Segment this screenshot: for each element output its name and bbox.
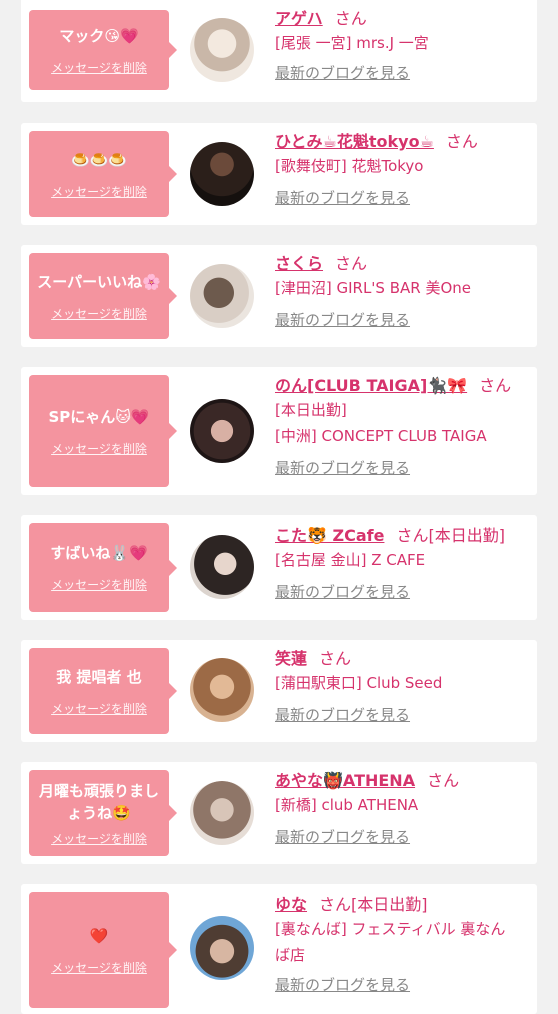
delete-message-link[interactable]: メッセージを削除: [51, 183, 147, 200]
avatar[interactable]: [190, 658, 254, 722]
latest-blog-link[interactable]: 最新のブログを見る: [275, 826, 529, 848]
latest-blog-link[interactable]: 最新のブログを見る: [275, 457, 529, 479]
status-badge: [本日出勤]: [428, 526, 505, 545]
latest-blog-link[interactable]: 最新のブログを見る: [275, 974, 529, 996]
latest-blog-link[interactable]: 最新のブログを見る: [275, 309, 529, 331]
shop-info: [蒲田駅東口] Club Seed: [275, 674, 443, 692]
message-text: SPにゃん🐱💗: [48, 407, 150, 426]
message-bubble: ❤️ メッセージを削除: [29, 892, 177, 1008]
message-text: 🍮🍮🍮: [70, 150, 128, 169]
cast-name-link[interactable]: のん[CLUB TAIGA]🐈‍⬛🎀: [275, 376, 467, 395]
cast-name-link[interactable]: こた🐯 ZCafe: [275, 526, 384, 545]
shop-info: [名古屋 金山] Z CAFE: [275, 551, 426, 569]
delete-message-link[interactable]: メッセージを削除: [51, 959, 147, 976]
message-text: ❤️: [89, 926, 109, 945]
shop-info: [裏なんば] フェスティバル 裏なんば店: [275, 920, 506, 964]
message-bubble: 🍮🍮🍮 メッセージを削除: [29, 131, 177, 217]
shop-info: [津田沼] GIRL'S BAR 美One: [275, 279, 471, 297]
delete-message-link[interactable]: メッセージを削除: [51, 830, 147, 847]
shop-info: [歌舞伎町] 花魁Tokyo: [275, 157, 424, 175]
shop-info: [新橋] club ATHENA: [275, 796, 419, 814]
message-bubble: マック😘💗 メッセージを削除: [29, 10, 177, 90]
message-card: マック😘💗 メッセージを削除 アゲハ さん [尾張 一宮] mrs.J 一宮 最新…: [21, 0, 537, 102]
status-badge: [本日出勤]: [275, 401, 347, 419]
message-bubble: 我 提唱者 也 メッセージを削除: [29, 648, 177, 734]
cast-name-link[interactable]: ひとみ☕花魁tokyo☕: [275, 132, 434, 151]
message-text: スーパーいいね🌸: [37, 272, 161, 291]
shop-info: [尾張 一宮] mrs.J 一宮: [275, 34, 429, 52]
message-card: 我 提唱者 也 メッセージを削除 笑蓮 さん [蒲田駅東口] Club Seed …: [21, 640, 537, 742]
message-text: 月曜も頑張りましょうね🤩: [38, 781, 159, 822]
message-text: マック😘💗: [59, 26, 139, 45]
avatar[interactable]: [190, 535, 254, 599]
delete-message-link[interactable]: メッセージを削除: [51, 440, 147, 457]
honorific: さん: [319, 895, 352, 914]
cast-name: 笑蓮: [275, 649, 308, 668]
avatar[interactable]: [190, 264, 254, 328]
cast-name-link[interactable]: アゲハ: [275, 9, 323, 28]
cast-name-link[interactable]: さくら: [275, 254, 323, 273]
honorific: さん: [334, 9, 367, 28]
honorific: さん: [445, 132, 478, 151]
latest-blog-link[interactable]: 最新のブログを見る: [275, 62, 529, 84]
latest-blog-link[interactable]: 最新のブログを見る: [275, 581, 529, 603]
message-card: 🍮🍮🍮 メッセージを削除 ひとみ☕花魁tokyo☕ さん [歌舞伎町] 花魁Tok…: [21, 123, 537, 225]
message-bubble: すばいね🐰💗 メッセージを削除: [29, 523, 177, 612]
status-badge: [本日出勤]: [351, 895, 428, 914]
delete-message-link[interactable]: メッセージを削除: [51, 700, 147, 717]
shop-info: [中洲] CONCEPT CLUB TAIGA: [275, 427, 487, 445]
avatar[interactable]: [190, 18, 254, 82]
avatar[interactable]: [190, 781, 254, 845]
message-card: すばいね🐰💗 メッセージを削除 こた🐯 ZCafe さん[本日出勤] [名古屋 金…: [21, 515, 537, 620]
honorific: さん: [396, 526, 429, 545]
avatar[interactable]: [190, 142, 254, 206]
message-text: 我 提唱者 也: [56, 667, 142, 686]
honorific: さん: [427, 771, 460, 790]
honorific: さん: [479, 376, 512, 395]
delete-message-link[interactable]: メッセージを削除: [51, 305, 147, 322]
honorific: さん: [335, 254, 368, 273]
delete-message-link[interactable]: メッセージを削除: [51, 576, 147, 593]
message-text: すばいね🐰💗: [50, 544, 148, 562]
cast-name-link[interactable]: あやな👹ATHENA: [275, 771, 415, 790]
message-card: SPにゃん🐱💗 メッセージを削除 のん[CLUB TAIGA]🐈‍⬛🎀 さん [本…: [21, 367, 537, 495]
message-bubble: SPにゃん🐱💗 メッセージを削除: [29, 375, 177, 487]
delete-message-link[interactable]: メッセージを削除: [51, 59, 147, 76]
message-bubble: スーパーいいね🌸 メッセージを削除: [29, 253, 177, 339]
message-card: ❤️ メッセージを削除 ゆな さん[本日出勤] [裏なんば] フェスティバル 裏な…: [21, 884, 537, 1014]
avatar[interactable]: [190, 916, 254, 980]
cast-name-link[interactable]: ゆな: [275, 895, 307, 914]
latest-blog-link[interactable]: 最新のブログを見る: [275, 187, 529, 209]
honorific: さん: [319, 649, 352, 668]
avatar[interactable]: [190, 399, 254, 463]
message-bubble: 月曜も頑張りましょうね🤩 メッセージを削除: [29, 770, 177, 856]
latest-blog-link[interactable]: 最新のブログを見る: [275, 704, 529, 726]
message-card: 月曜も頑張りましょうね🤩 メッセージを削除 あやな👹ATHENA さん [新橋] …: [21, 762, 537, 864]
message-card: スーパーいいね🌸 メッセージを削除 さくら さん [津田沼] GIRL'S BAR…: [21, 245, 537, 347]
